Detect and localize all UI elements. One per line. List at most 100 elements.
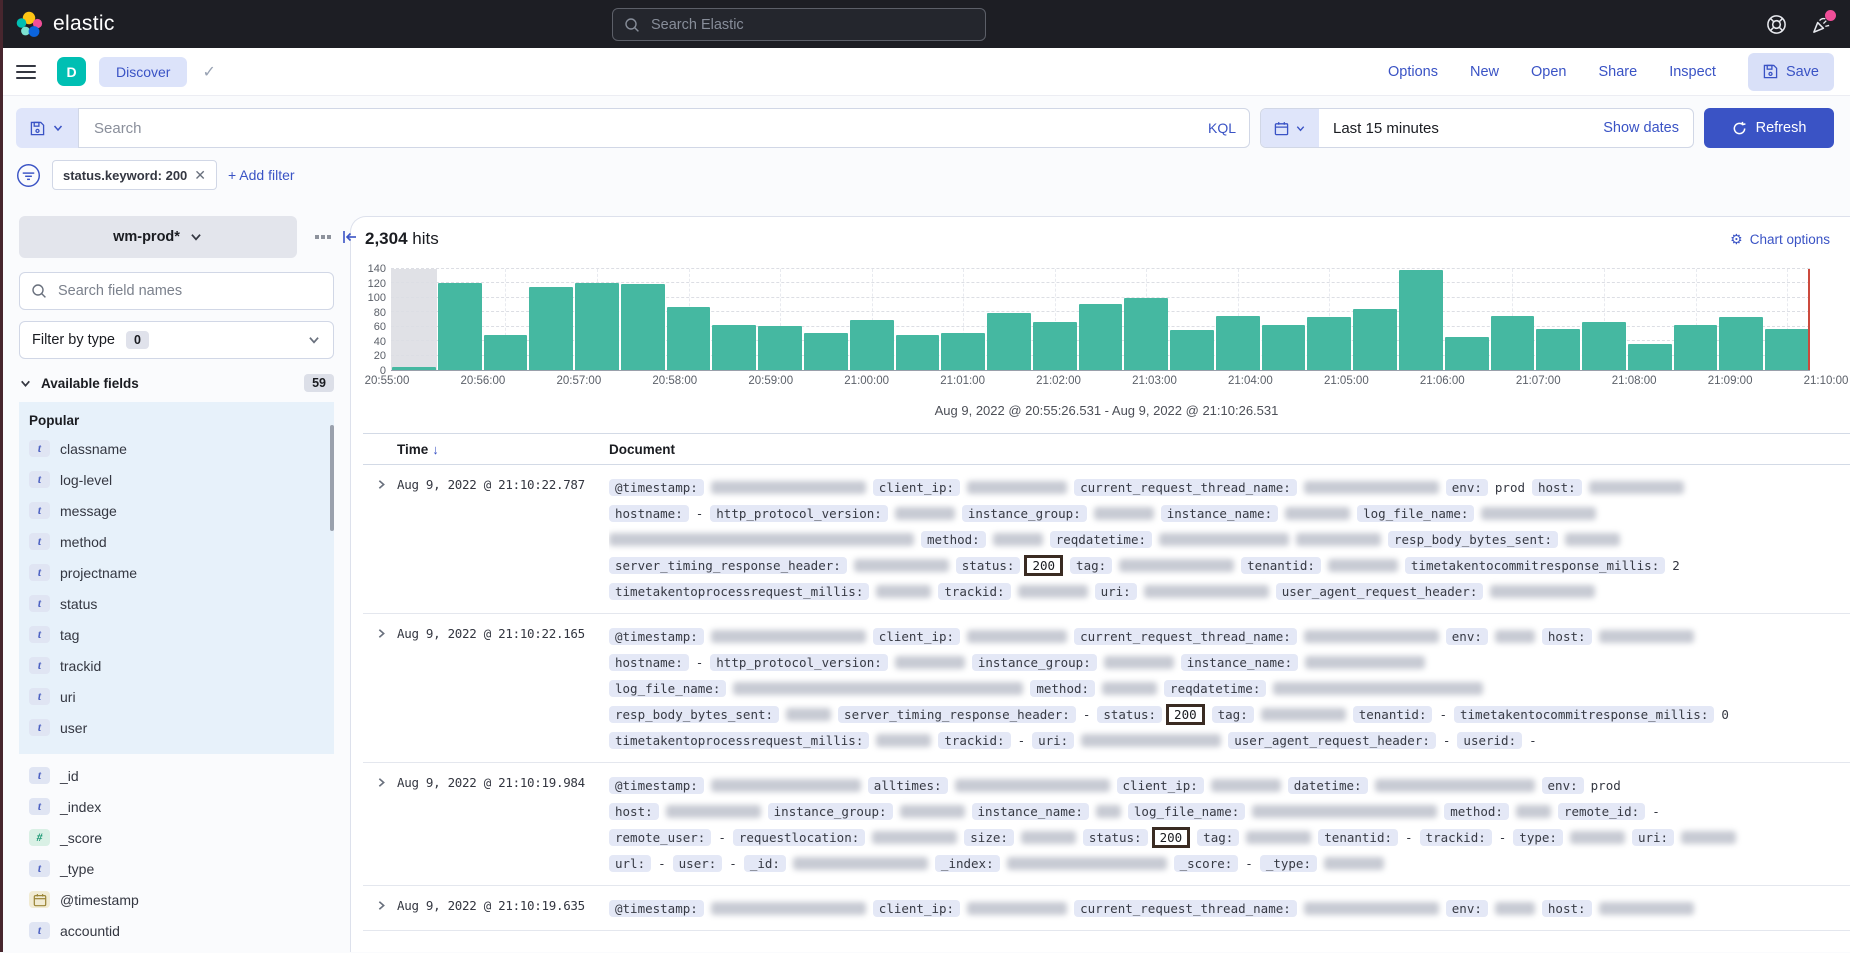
- y-axis-label: 40: [374, 336, 386, 348]
- grid-dots-icon[interactable]: [315, 232, 331, 242]
- time-range-value[interactable]: Last 15 minutes: [1333, 120, 1439, 137]
- field-item--id[interactable]: t_id: [29, 767, 334, 784]
- histogram-bar[interactable]: [1582, 322, 1626, 370]
- elastic-brand[interactable]: elastic: [16, 11, 115, 38]
- nav-link-inspect[interactable]: Inspect: [1669, 64, 1716, 80]
- available-fields-header[interactable]: Available fields 59: [19, 374, 334, 392]
- redacted-value: [1273, 682, 1483, 695]
- refresh-button[interactable]: Refresh: [1704, 108, 1834, 148]
- saved-query-menu-button[interactable]: [16, 108, 78, 148]
- gridline: [391, 268, 1810, 269]
- histogram-bar[interactable]: [1445, 337, 1489, 370]
- histogram-bar[interactable]: [621, 284, 665, 370]
- histogram-bar[interactable]: [1719, 317, 1763, 370]
- kql-query-input[interactable]: [92, 119, 1198, 138]
- save-button[interactable]: Save: [1748, 53, 1834, 91]
- field-search-input[interactable]: [56, 282, 322, 300]
- expand-row-button[interactable]: [363, 895, 397, 921]
- highlighted-status-value: 200: [1166, 704, 1205, 725]
- histogram-bar[interactable]: [1628, 344, 1672, 370]
- histogram-bar[interactable]: [484, 335, 528, 370]
- histogram-bar[interactable]: [438, 283, 482, 370]
- doc-field-label: resp_body_bytes_sent:: [1388, 531, 1558, 548]
- collapse-sidebar-icon[interactable]: [342, 230, 358, 244]
- field-type-text-icon: t: [29, 471, 50, 488]
- newsfeed-icon[interactable]: [1811, 14, 1832, 35]
- menu-icon[interactable]: [16, 65, 36, 79]
- row-timestamp: Aug 9, 2022 @ 21:10:19.984: [397, 772, 609, 876]
- sidebar-scrollbar[interactable]: [330, 425, 334, 531]
- help-icon[interactable]: [1766, 14, 1787, 35]
- global-search-input[interactable]: [649, 16, 974, 34]
- histogram-bar[interactable]: [1765, 329, 1809, 370]
- remove-filter-icon[interactable]: ✕: [194, 167, 206, 184]
- histogram-bar[interactable]: [1353, 309, 1397, 370]
- document-row: Aug 9, 2022 @ 21:10:19.984@timestamp:all…: [363, 763, 1850, 886]
- histogram-bar[interactable]: [1033, 322, 1077, 370]
- add-filter-button[interactable]: + Add filter: [228, 167, 295, 183]
- filter-pill-status-keyword-200[interactable]: status.keyword: 200 ✕: [52, 160, 217, 190]
- histogram-bar[interactable]: [667, 307, 711, 370]
- space-avatar[interactable]: D: [57, 57, 86, 86]
- histogram-bar[interactable]: [1124, 298, 1168, 370]
- field-item-tag[interactable]: ttag: [29, 626, 334, 643]
- x-axis-label: 21:04:00: [1228, 375, 1273, 387]
- calendar-menu-button[interactable]: [1261, 109, 1319, 147]
- histogram-bar[interactable]: [1216, 316, 1260, 370]
- histogram-bar[interactable]: [1399, 270, 1443, 370]
- field-item-uri[interactable]: turi: [29, 688, 334, 705]
- filter-menu-icon[interactable]: [16, 163, 41, 188]
- notification-dot: [1825, 10, 1836, 21]
- field-item-classname[interactable]: tclassname: [29, 440, 334, 457]
- nav-link-share[interactable]: Share: [1598, 64, 1637, 80]
- field-item-status[interactable]: tstatus: [29, 595, 334, 612]
- field-item--index[interactable]: t_index: [29, 798, 334, 815]
- histogram-bar[interactable]: [941, 333, 985, 370]
- field-item--timestamp[interactable]: @timestamp: [29, 891, 334, 908]
- nav-link-open[interactable]: Open: [1531, 64, 1566, 80]
- field-search-box[interactable]: [19, 272, 334, 310]
- chart-options-button[interactable]: ⚙ Chart options: [1730, 232, 1830, 247]
- nav-link-new[interactable]: New: [1470, 64, 1499, 80]
- histogram-bar[interactable]: [1536, 329, 1580, 370]
- query-language-badge[interactable]: KQL: [1208, 120, 1236, 136]
- global-search-box[interactable]: [612, 8, 986, 41]
- field-item-message[interactable]: tmessage: [29, 502, 334, 519]
- doc-field-label: @timestamp:: [609, 479, 704, 496]
- filter-by-type-select[interactable]: Filter by type 0: [19, 321, 334, 359]
- histogram-bar[interactable]: [392, 367, 436, 370]
- expand-row-button[interactable]: [363, 474, 397, 604]
- expand-row-button[interactable]: [363, 772, 397, 876]
- field-item-method[interactable]: tmethod: [29, 533, 334, 550]
- histogram-bar[interactable]: [1491, 316, 1535, 370]
- field-item-user[interactable]: tuser: [29, 719, 334, 736]
- histogram-bar[interactable]: [987, 313, 1031, 370]
- histogram-bar[interactable]: [896, 335, 940, 370]
- histogram-bar[interactable]: [529, 287, 573, 370]
- show-dates-link[interactable]: Show dates: [1603, 120, 1679, 136]
- histogram-bar[interactable]: [850, 320, 894, 371]
- field-name: status: [60, 596, 97, 612]
- histogram-bar[interactable]: [1674, 325, 1718, 370]
- histogram-bar[interactable]: [712, 325, 756, 370]
- histogram-bar[interactable]: [758, 326, 802, 370]
- field-item-accountid[interactable]: taccountid: [29, 922, 334, 939]
- histogram-bar[interactable]: [1262, 325, 1306, 370]
- field-item-log-level[interactable]: tlog-level: [29, 471, 334, 488]
- field-item-trackid[interactable]: ttrackid: [29, 657, 334, 674]
- expand-row-button[interactable]: [363, 623, 397, 753]
- histogram-bar[interactable]: [1307, 317, 1351, 370]
- nav-link-options[interactable]: Options: [1388, 64, 1438, 80]
- field-item--score[interactable]: #_score: [29, 829, 334, 846]
- histogram-bar[interactable]: [1170, 330, 1214, 370]
- doc-field-label: hostname:: [609, 505, 689, 522]
- index-pattern-selector[interactable]: wm-prod*: [19, 216, 297, 258]
- field-item-projectname[interactable]: tprojectname: [29, 564, 334, 581]
- x-axis-label: 21:06:00: [1420, 375, 1465, 387]
- column-header-time[interactable]: Time ↓: [397, 442, 609, 457]
- histogram-bar[interactable]: [575, 283, 619, 370]
- field-item--type[interactable]: t_type: [29, 860, 334, 877]
- histogram-bar[interactable]: [1079, 304, 1123, 370]
- histogram-bar[interactable]: [804, 333, 848, 371]
- breadcrumb-discover[interactable]: Discover: [99, 57, 187, 87]
